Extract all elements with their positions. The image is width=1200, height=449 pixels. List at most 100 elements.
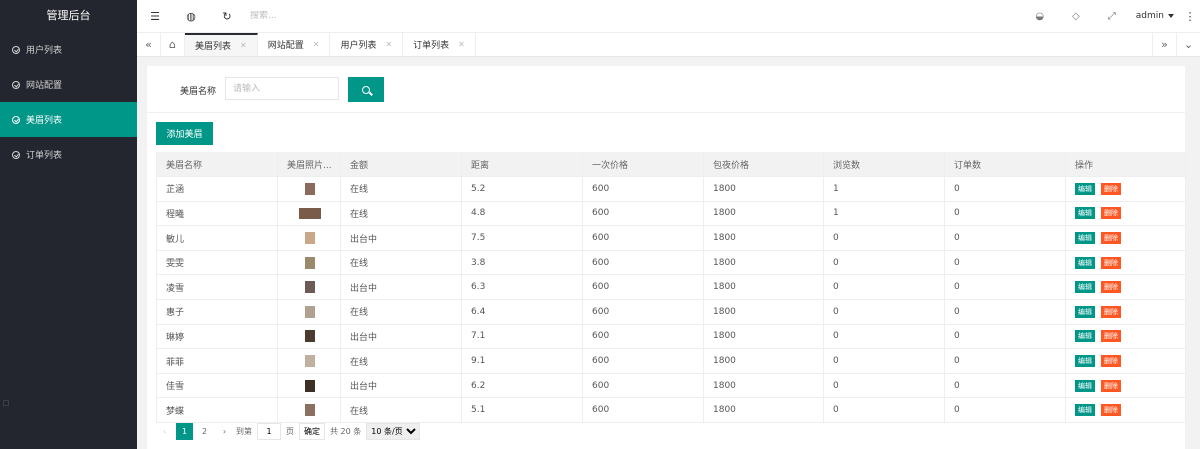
tag-icon[interactable]: ◇ — [1058, 0, 1094, 33]
delete-button[interactable]: 删除 — [1101, 281, 1121, 294]
table-header-row: 美眉名称 美眉照片... 金额 距离 一次价格 包夜价格 浏览数 订单数 操作 — [156, 152, 1186, 178]
close-icon[interactable]: ✕ — [240, 41, 247, 50]
girl-photo[interactable] — [299, 207, 321, 219]
delete-button[interactable]: 删除 — [1101, 404, 1121, 417]
girl-photo[interactable] — [305, 232, 315, 245]
theme-icon[interactable]: ◒ — [1022, 0, 1058, 33]
home-icon[interactable]: ⌂ — [161, 33, 185, 56]
girl-photo[interactable] — [305, 330, 315, 343]
delete-button[interactable]: 删除 — [1101, 182, 1121, 195]
edit-button[interactable]: 编辑 — [1075, 182, 1095, 195]
orders-cell: 0 — [944, 274, 1066, 301]
more-icon[interactable]: ⋮ — [1180, 10, 1200, 23]
tabs-menu-chevron-icon[interactable]: ⌄ — [1176, 33, 1200, 56]
delete-button[interactable]: 删除 — [1101, 207, 1121, 220]
page-number[interactable]: 1 — [176, 423, 193, 440]
next-page-icon[interactable]: › — [216, 423, 233, 440]
page-number[interactable]: 2 — [196, 423, 213, 440]
goto-page-input[interactable] — [257, 423, 281, 440]
sidebar-item-site-config[interactable]: 网站配置 — [0, 67, 137, 102]
page-size-select[interactable]: 10 条/页 — [366, 423, 421, 440]
orders-cell: 0 — [944, 324, 1066, 350]
status-cell: 出台中 — [340, 225, 462, 251]
edit-button[interactable]: 编辑 — [1075, 379, 1095, 392]
actions-cell: 编辑 删除 — [1065, 299, 1186, 325]
user-menu[interactable]: admin — [1130, 11, 1180, 21]
views-cell: 0 — [823, 348, 945, 374]
orders-cell: 0 — [944, 397, 1066, 424]
orders-cell: 0 — [944, 373, 1066, 399]
column-header[interactable]: 包夜价格 — [703, 152, 824, 178]
delete-button[interactable]: 删除 — [1101, 305, 1121, 318]
girl-photo[interactable] — [305, 256, 315, 269]
tab-orders[interactable]: 订单列表 ✕ — [403, 33, 476, 56]
price-night-cell: 1800 — [703, 225, 824, 251]
views-cell: 0 — [823, 373, 945, 399]
sidebar-item-label: 用户列表 — [26, 46, 63, 56]
delete-button[interactable]: 删除 — [1101, 379, 1121, 392]
girl-photo[interactable] — [305, 355, 315, 368]
girl-name: 惠子 — [156, 299, 278, 325]
search-input[interactable] — [250, 11, 370, 21]
sidebar-toggle-icon[interactable] — [3, 400, 9, 406]
edit-button[interactable]: 编辑 — [1075, 404, 1095, 417]
menu-toggle-icon[interactable]: ☰ — [137, 0, 173, 33]
fullscreen-icon[interactable]: ⤢ — [1094, 0, 1130, 33]
delete-button[interactable]: 删除 — [1101, 355, 1121, 368]
column-header[interactable]: 美眉名称 — [156, 152, 278, 178]
sidebar-item-users[interactable]: 用户列表 — [0, 32, 137, 67]
edit-button[interactable]: 编辑 — [1075, 232, 1095, 245]
status-cell: 在线 — [340, 397, 462, 424]
price-night-cell: 1800 — [703, 176, 824, 202]
edit-button[interactable]: 编辑 — [1075, 256, 1095, 269]
close-icon[interactable]: ✕ — [385, 40, 392, 49]
name-filter-input[interactable] — [225, 77, 339, 100]
delete-button[interactable]: 删除 — [1101, 330, 1121, 343]
edit-button[interactable]: 编辑 — [1075, 281, 1095, 294]
edit-button[interactable]: 编辑 — [1075, 355, 1095, 368]
total-count: 共 20 条 — [330, 427, 362, 436]
column-header[interactable]: 一次价格 — [582, 152, 704, 178]
views-cell: 0 — [823, 397, 945, 424]
distance-cell: 7.5 — [461, 225, 583, 251]
delete-button[interactable]: 删除 — [1101, 232, 1121, 245]
photo-cell — [277, 324, 341, 350]
goto-confirm-button[interactable]: 确定 — [299, 423, 325, 440]
girl-photo[interactable] — [305, 379, 315, 392]
tab-users[interactable]: 用户列表 ✕ — [330, 33, 404, 56]
column-header[interactable]: 浏览数 — [823, 152, 945, 178]
sidebar-item-girls[interactable]: 美眉列表 — [0, 102, 137, 137]
status-cell: 在线 — [340, 176, 462, 202]
add-girl-button[interactable]: 添加美眉 — [156, 122, 213, 145]
tabs-scroll-right-icon[interactable]: » — [1152, 33, 1176, 56]
girl-photo[interactable] — [305, 305, 315, 318]
sidebar-item-orders[interactable]: 订单列表 — [0, 137, 137, 172]
content-card: 美眉名称 添加美眉 美眉名称 美眉照片... 金额 距离 一次价格 包夜价格 浏… — [147, 66, 1186, 449]
tabs-scroll-left-icon[interactable]: « — [137, 33, 161, 56]
delete-button[interactable]: 删除 — [1101, 256, 1121, 269]
price-once-cell: 600 — [582, 274, 704, 301]
column-header[interactable]: 距离 — [461, 152, 583, 178]
globe-icon[interactable]: ◍ — [173, 0, 209, 33]
tab-label: 美眉列表 — [195, 42, 232, 52]
column-header[interactable]: 金额 — [340, 152, 462, 178]
tab-site-config[interactable]: 网站配置 ✕ — [258, 33, 331, 56]
search-button[interactable] — [348, 77, 384, 102]
table-row: 梦蝶 在线 5.1 600 1800 0 0 编辑 删除 — [156, 397, 1186, 424]
edit-button[interactable]: 编辑 — [1075, 305, 1095, 318]
close-icon[interactable]: ✕ — [313, 40, 320, 49]
tab-girls[interactable]: 美眉列表 ✕ — [185, 33, 258, 56]
girl-photo[interactable] — [305, 281, 315, 294]
prev-page-icon[interactable]: ‹ — [156, 423, 173, 440]
girl-photo[interactable] — [305, 404, 315, 417]
status-cell: 在线 — [340, 250, 462, 276]
close-icon[interactable]: ✕ — [458, 40, 465, 49]
refresh-icon[interactable]: ↻ — [209, 0, 245, 33]
column-header[interactable]: 美眉照片... — [277, 152, 341, 178]
edit-button[interactable]: 编辑 — [1075, 207, 1095, 220]
girl-photo[interactable] — [305, 182, 315, 195]
column-header[interactable]: 订单数 — [944, 152, 1066, 178]
table-row: 芷涵 在线 5.2 600 1800 1 0 编辑 删除 — [156, 176, 1186, 202]
column-header[interactable]: 操作 — [1065, 152, 1186, 178]
edit-button[interactable]: 编辑 — [1075, 330, 1095, 343]
